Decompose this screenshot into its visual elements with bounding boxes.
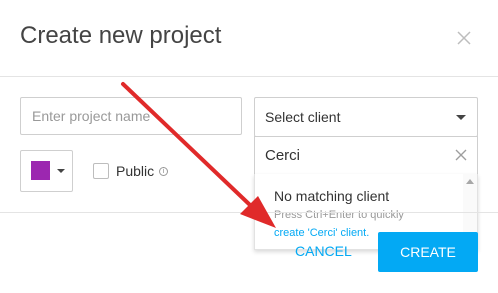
no-match-message: No matching client xyxy=(274,188,390,204)
scroll-up-icon[interactable] xyxy=(466,179,474,184)
create-button[interactable]: CREATE xyxy=(378,232,478,272)
project-name-input[interactable] xyxy=(20,97,242,135)
client-select[interactable]: Select client xyxy=(254,97,478,137)
client-select-label: Select client xyxy=(265,109,341,125)
close-icon xyxy=(457,31,471,45)
create-client-link[interactable]: create 'Cerci' client. xyxy=(274,227,369,239)
color-picker[interactable] xyxy=(20,150,73,192)
create-hint: Press Ctrl+Enter to quickly xyxy=(274,209,404,221)
footer-divider xyxy=(0,212,498,213)
client-search-input[interactable] xyxy=(254,136,478,175)
public-label[interactable]: Public xyxy=(116,163,154,179)
clear-icon xyxy=(455,149,467,161)
color-swatch xyxy=(31,161,50,180)
info-icon[interactable]: i xyxy=(159,167,168,176)
clear-search-button[interactable] xyxy=(455,149,467,161)
create-project-dialog: Create new project Select client No matc… xyxy=(0,0,498,293)
public-checkbox[interactable] xyxy=(93,163,109,179)
close-button[interactable] xyxy=(456,30,472,46)
dialog-title: Create new project xyxy=(20,22,222,49)
chevron-down-icon xyxy=(57,169,65,173)
chevron-down-icon xyxy=(456,115,466,120)
dialog-header: Create new project xyxy=(0,0,498,77)
cancel-button[interactable]: Cancel xyxy=(295,243,352,259)
